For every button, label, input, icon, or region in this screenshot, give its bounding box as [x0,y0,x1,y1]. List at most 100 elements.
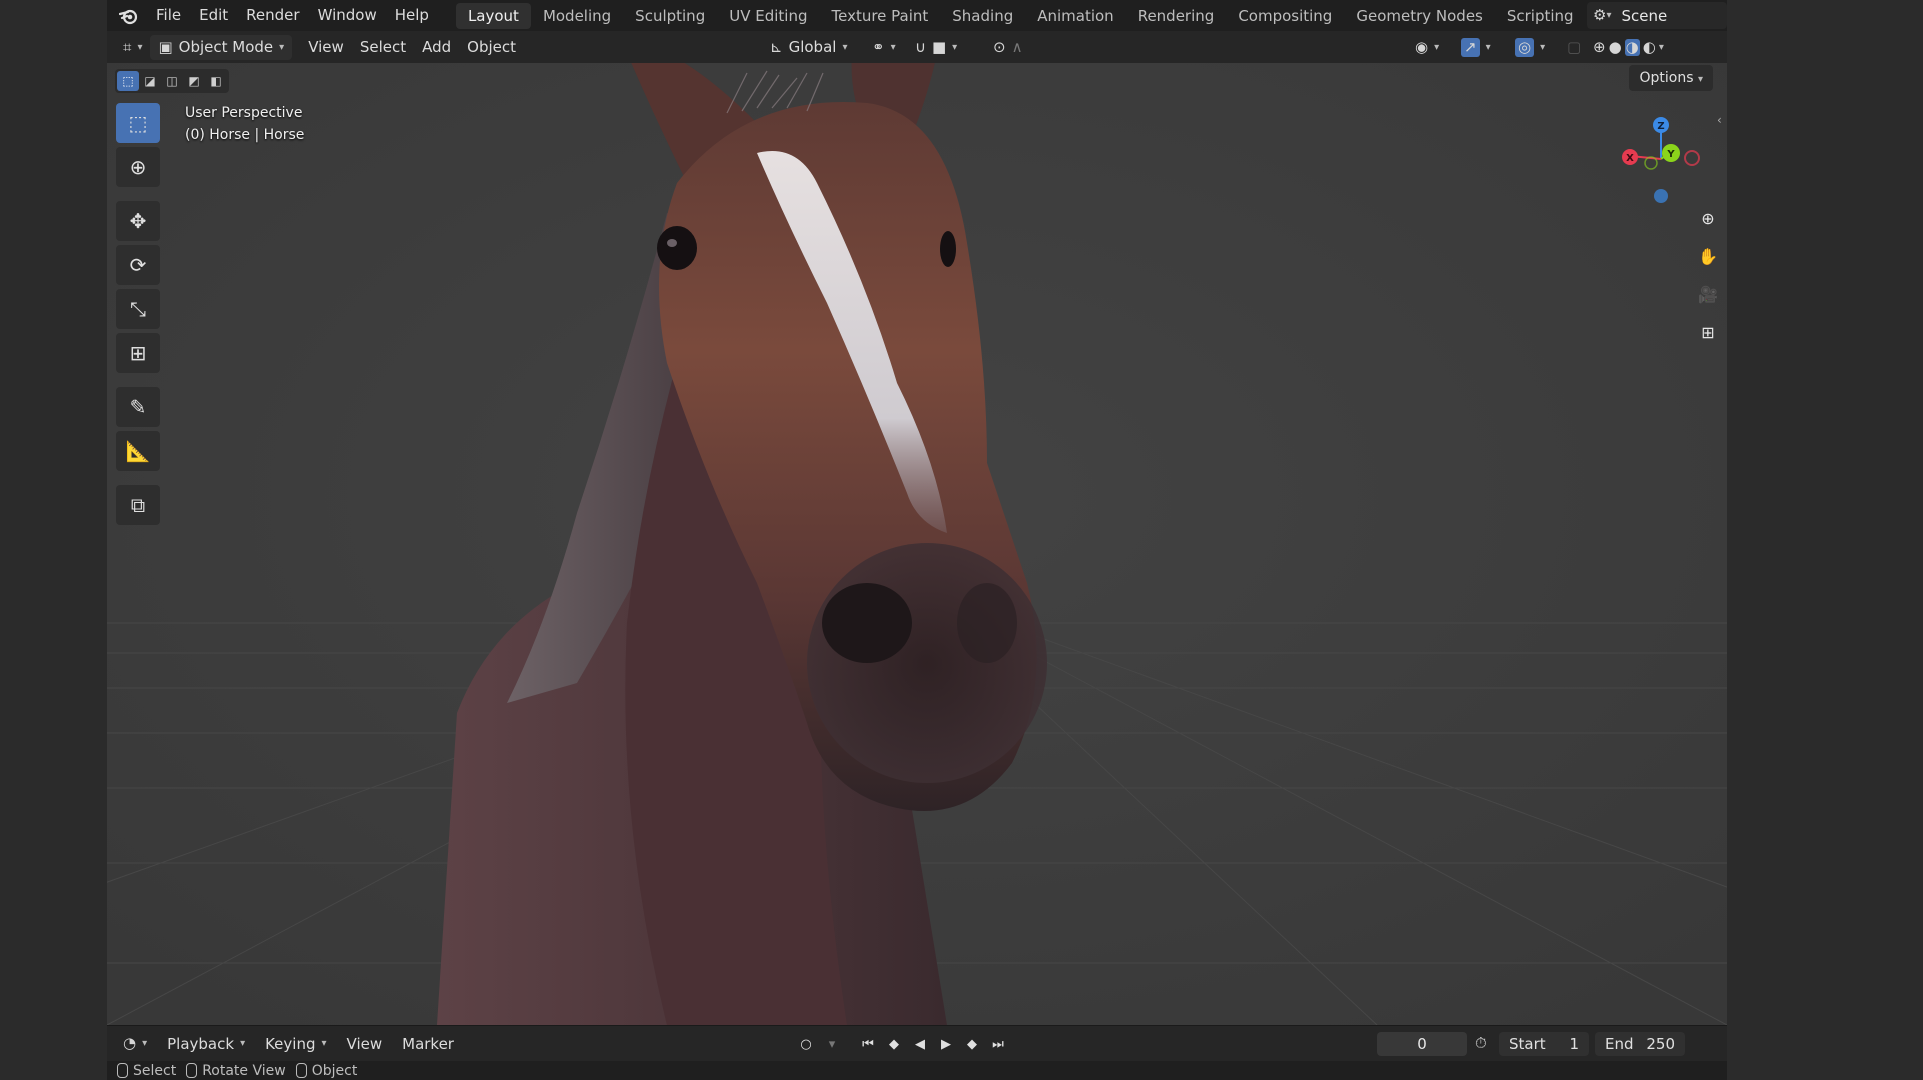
chevron-down-icon[interactable]: ▾ [1659,35,1664,60]
playback-controls: ○ ▾ ⏮ ◆ ◀ ▶ ◆ ⏭ [795,1026,1009,1062]
next-keyframe-icon[interactable]: ◆ [961,1033,983,1055]
perspective-toggle-icon[interactable]: ⊞ [1692,317,1724,347]
cursor-tool-icon[interactable]: ⊕ [116,147,160,187]
tab-uv-editing[interactable]: UV Editing [717,3,819,29]
timeline-header: ◔ ▾ Playback ▾ Keying ▾ View Marker ○ ▾ ⏮ ◆… [107,1025,1727,1061]
magnet-icon: ∪ [915,37,926,56]
chevron-down-icon: ▾ [137,41,143,53]
menu-window[interactable]: Window [309,0,386,31]
rotate-tool-icon[interactable]: ⟳ [116,245,160,285]
3d-viewport[interactable]: ⬚ ◪ ◫ ◩ ◧ User Perspective (0) Horse | H… [107,63,1727,1025]
gizmo-toggle[interactable]: ↗ ▾ [1453,35,1499,60]
move-tool-icon[interactable]: ✥ [116,201,160,241]
menu-render[interactable]: Render [237,0,308,31]
tab-shading[interactable]: Shading [940,3,1025,29]
select-difference-icon[interactable]: ◩ [183,71,205,91]
menu-file[interactable]: File [147,0,190,31]
tab-sculpting[interactable]: Sculpting [623,3,717,29]
end-frame-field[interactable]: End 250 [1595,1032,1685,1056]
editor-type-button[interactable]: ⌗ ▾ [115,35,150,60]
tab-geometry-nodes[interactable]: Geometry Nodes [1344,3,1495,29]
solid-shading-icon[interactable]: ● [1609,39,1622,55]
menu-edit[interactable]: Edit [190,0,237,31]
jump-end-icon[interactable]: ⏭ [987,1033,1009,1055]
auto-keying-icon[interactable]: ○ [795,1033,817,1055]
neg-z-axis-handle[interactable] [1654,189,1668,203]
menu-playback[interactable]: Playback ▾ [157,1035,255,1053]
jump-start-icon[interactable]: ⏮ [857,1033,879,1055]
visibility-dropdown[interactable]: ◉ ▾ [1407,35,1447,60]
keying-set-chevron-icon[interactable]: ▾ [821,1033,843,1055]
neg-x-axis-handle[interactable] [1684,150,1700,166]
tab-animation[interactable]: Animation [1025,3,1125,29]
menu-object[interactable]: Object [459,35,524,60]
viewport-header: ⌗ ▾ ▣ Object Mode ▾ View Select Add Objec… [107,31,1727,63]
chevron-down-icon: ▾ [952,41,958,53]
menu-keying[interactable]: Keying ▾ [255,1035,336,1053]
annotate-tool-icon[interactable]: ✎ [116,387,160,427]
selection-mode-toggles: ⬚ ◪ ◫ ◩ ◧ [115,69,229,93]
zoom-icon[interactable]: ⊕ [1692,203,1724,233]
tab-layout[interactable]: Layout [455,2,531,29]
end-label: End [1605,1035,1634,1053]
play-reverse-icon[interactable]: ◀ [909,1033,931,1055]
orientation-dropdown[interactable]: ⊾ Global ▾ [762,35,855,60]
menu-select[interactable]: Select [352,35,414,60]
select-subtract-icon[interactable]: ◫ [161,71,183,91]
menu-marker[interactable]: Marker [392,1035,464,1053]
chevron-down-icon: ▾ [240,1038,246,1049]
menu-help[interactable]: Help [386,0,438,31]
start-frame-field[interactable]: Start 1 [1499,1032,1589,1056]
overlays-toggle[interactable]: ◎ ▾ [1507,35,1553,60]
select-box-tool-icon[interactable]: ⬚ [116,103,160,143]
measure-tool-icon[interactable]: 📐 [116,431,160,471]
pivot-point-button[interactable]: ⚭ ▾ [864,35,904,60]
tab-compositing[interactable]: Compositing [1226,3,1344,29]
stopwatch-icon[interactable]: ⏱ [1475,1036,1487,1051]
play-icon[interactable]: ▶ [935,1033,957,1055]
prev-keyframe-icon[interactable]: ◆ [883,1033,905,1055]
transform-tool-icon[interactable]: ⊞ [116,333,160,373]
z-axis-label: Z [1657,121,1664,132]
current-frame-field[interactable]: 0 [1377,1032,1467,1056]
tool-shelf: ⬚ ⊕ ✥ ⟳ ⤡ ⊞ ✎ 📐 ⧉ [116,103,160,525]
mouse-right-icon [295,1063,307,1078]
select-box-new-icon[interactable]: ⬚ [117,71,139,91]
timeline-editor-type-button[interactable]: ◔ ▾ [113,1036,157,1051]
menu-timeline-view[interactable]: View [337,1035,393,1053]
menu-add[interactable]: Add [414,35,459,60]
scene-icon: ⚙ [1593,6,1607,24]
tab-scripting[interactable]: Scripting [1495,3,1586,29]
add-cube-tool-icon[interactable]: ⧉ [116,485,160,525]
start-value: 1 [1569,1035,1579,1053]
scene-name[interactable]: Scene [1621,7,1667,25]
options-dropdown[interactable]: Options ▾ [1629,65,1713,91]
chevron-down-icon: ▾ [1697,74,1703,85]
tab-rendering[interactable]: Rendering [1126,3,1227,29]
pan-hand-icon[interactable]: ✋ [1692,241,1724,271]
camera-view-icon[interactable]: 🎥 [1692,279,1724,309]
status-select-label: Select [133,1062,177,1079]
sidebar-expand-icon[interactable]: ‹ [1717,113,1727,133]
eye-icon: ◉ [1415,37,1429,56]
snap-toggle[interactable]: ∪ ■ ▾ [907,35,965,60]
mode-dropdown[interactable]: ▣ Object Mode ▾ [150,34,293,60]
rendered-shading-icon[interactable]: ◐ [1643,39,1656,55]
active-object-label: (0) Horse | Horse [185,127,305,143]
gizmo-icon: ↗ [1461,37,1480,57]
blender-logo-icon[interactable] [111,0,147,31]
tab-texture-paint[interactable]: Texture Paint [819,3,940,29]
mode-label: Object Mode [178,37,274,56]
proportional-edit-toggle[interactable]: ⊙ ∧ [985,35,1031,60]
material-preview-icon[interactable]: ◑ [1624,38,1640,56]
menu-view[interactable]: View [300,35,352,60]
scene-selector[interactable]: ⚙ ▾ Scene [1587,2,1727,29]
select-extend-icon[interactable]: ◪ [139,71,161,91]
perspective-label: User Perspective [185,105,303,121]
scale-tool-icon[interactable]: ⤡ [116,289,160,329]
tab-modeling[interactable]: Modeling [531,3,623,29]
chevron-down-icon: ▾ [842,41,848,53]
status-object: Object [295,1063,357,1079]
select-intersect-icon[interactable]: ◧ [205,71,227,91]
wireframe-shading-icon[interactable]: ⊕ [1593,39,1606,55]
